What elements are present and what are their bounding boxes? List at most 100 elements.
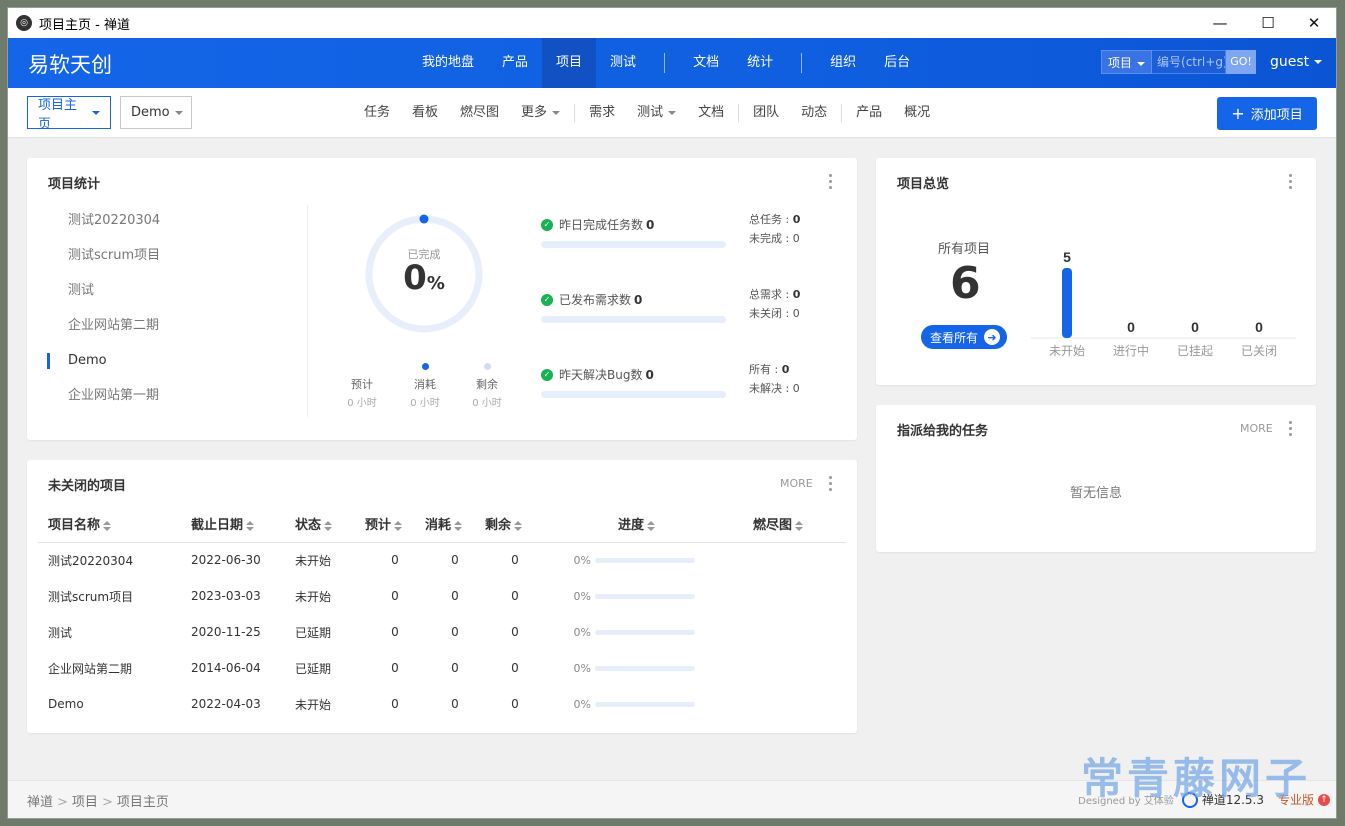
add-project-button[interactable]: + 添加项目 <box>1217 97 1317 130</box>
crumb-project-select[interactable]: Demo <box>120 96 192 129</box>
subnav-kanban[interactable]: 看板 <box>401 88 449 138</box>
subnav-task[interactable]: 任务 <box>353 88 401 138</box>
version-label[interactable]: 禅道12.5.3 <box>1202 791 1264 808</box>
brand-logo[interactable]: 易软天创 <box>28 49 112 79</box>
col-left[interactable]: 剩余 <box>485 506 545 543</box>
search-scope-select[interactable]: 项目 <box>1101 50 1153 74</box>
chart-category-label: 已关闭 <box>1241 344 1277 358</box>
project-list-item[interactable]: 测试 <box>47 278 307 313</box>
table-row[interactable]: 测试20220304 2022-06-30 未开始 0 0 0 0% <box>38 542 846 578</box>
estimate-value: 0 <box>391 553 399 568</box>
project-subnav: 任务 看板 燃尽图 更多 需求 测试 文档 团队 动态 产品 概况 <box>353 88 941 138</box>
more-options-icon[interactable] <box>829 174 833 192</box>
project-name-link[interactable]: 企业网站第二期 <box>38 650 191 686</box>
metric-bar <box>541 391 726 398</box>
empty-message: 暂无信息 <box>1069 486 1122 501</box>
col-burn[interactable]: 燃尽图 <box>705 506 846 543</box>
more-link[interactable]: MORE <box>1240 422 1273 435</box>
project-list-item[interactable]: 企业网站第二期 <box>47 313 307 348</box>
nav-test[interactable]: 测试 <box>596 38 650 88</box>
project-name-link[interactable]: Demo <box>38 686 191 722</box>
progress-value: 0% <box>573 625 591 639</box>
nav-divider <box>801 53 803 73</box>
zentao-logo-icon <box>1181 791 1198 808</box>
nav-company[interactable]: 组织 <box>816 38 870 88</box>
table-row[interactable]: 测试scrum项目 2023-03-03 未开始 0 0 0 0% <box>38 578 846 614</box>
table-row[interactable]: Demo 2022-04-03 未开始 0 0 0 0% <box>38 686 846 722</box>
col-name[interactable]: 项目名称 <box>38 506 191 543</box>
progress-value: 0% <box>573 697 591 711</box>
designed-by[interactable]: Designed by 艾体验 <box>1078 792 1174 807</box>
crumb-project-home[interactable]: 项目主页 <box>27 96 111 132</box>
project-list-item[interactable]: 测试20220304 <box>47 208 307 243</box>
consumed-value: 0 <box>451 625 459 639</box>
end-date: 2014-06-04 <box>191 661 261 675</box>
add-project-label: 添加项目 <box>1250 108 1303 123</box>
nav-project[interactable]: 项目 <box>542 38 597 88</box>
more-options-icon[interactable] <box>1289 421 1293 439</box>
nav-doc[interactable]: 文档 <box>679 38 733 88</box>
col-date[interactable]: 截止日期 <box>191 506 295 543</box>
subnav-doc[interactable]: 文档 <box>687 88 735 138</box>
consumed-value: 0 <box>451 661 459 675</box>
col-status[interactable]: 状态 <box>295 506 365 543</box>
subnav-overview[interactable]: 概况 <box>893 88 941 138</box>
subnav-dynamic[interactable]: 动态 <box>790 88 838 138</box>
footer-crumb[interactable]: 项目 <box>72 795 98 810</box>
view-all-button[interactable]: 查看所有 ➜ <box>921 325 1007 349</box>
progress-cell: 0% <box>545 542 705 578</box>
progress-cell: 0% <box>545 614 705 650</box>
progress-bar <box>595 665 695 671</box>
progress-bar <box>595 593 695 599</box>
search-input[interactable]: 编号(ctrl+g) <box>1152 50 1227 74</box>
project-list-item-active[interactable]: Demo <box>47 348 307 383</box>
consumed-value: 0 <box>451 589 459 603</box>
nav-admin[interactable]: 后台 <box>870 38 924 88</box>
chart-value-label: 0 <box>1191 319 1199 335</box>
subnav-test[interactable]: 测试 <box>626 88 687 138</box>
project-list-item[interactable]: 企业网站第一期 <box>47 383 307 418</box>
metric-bar <box>541 316 726 323</box>
minimize-button[interactable]: — <box>1197 8 1243 38</box>
footer-crumb[interactable]: 禅道 <box>27 795 53 810</box>
search-go-button[interactable]: GO! <box>1226 50 1257 74</box>
subnav-story[interactable]: 需求 <box>578 88 626 138</box>
chart-value-label: 0 <box>1255 319 1263 335</box>
subnav-burn[interactable]: 燃尽图 <box>449 88 510 138</box>
check-circle-icon: ✓ <box>541 218 553 231</box>
col-progress[interactable]: 进度 <box>545 506 705 543</box>
table-row[interactable]: 企业网站第二期 2014-06-04 已延期 0 0 0 0% <box>38 650 846 686</box>
project-name-link[interactable]: 测试scrum项目 <box>38 578 191 614</box>
chevron-down-icon <box>174 110 183 115</box>
col-estimate[interactable]: 预计 <box>365 506 425 543</box>
donut-value: 0% <box>363 258 485 298</box>
subnav-product[interactable]: 产品 <box>845 88 893 138</box>
edition-link[interactable]: 专业版 <box>1278 791 1314 808</box>
nav-product[interactable]: 产品 <box>488 38 542 88</box>
chart-category-label: 进行中 <box>1113 343 1149 358</box>
more-options-icon[interactable] <box>1289 174 1293 192</box>
global-search: 项目 编号(ctrl+g) GO! <box>1101 50 1257 74</box>
more-link[interactable]: MORE <box>780 477 813 490</box>
project-name-link[interactable]: 测试 <box>38 614 191 650</box>
footer-info: Designed by 艾体验 禅道12.5.3 专业版 ↑ <box>1078 791 1330 808</box>
col-consumed[interactable]: 消耗 <box>425 506 485 543</box>
nav-my[interactable]: 我的地盘 <box>408 38 488 88</box>
metric-tasks-detail: 总任务 : 0 未完成 : 0 <box>749 213 801 245</box>
nav-divider <box>664 53 666 73</box>
crumb-label: Demo <box>131 105 170 120</box>
footer-breadcrumb: 禅道 > 项目 > 项目主页 <box>27 795 169 810</box>
project-name-link[interactable]: 测试20220304 <box>38 542 191 578</box>
user-menu[interactable]: guest <box>1270 54 1323 70</box>
close-button[interactable]: ✕ <box>1291 8 1336 38</box>
subnav-more[interactable]: 更多 <box>510 88 571 138</box>
more-options-icon[interactable] <box>829 476 833 494</box>
maximize-button[interactable]: ☐ <box>1245 8 1291 38</box>
burn-chart-cell <box>705 686 846 722</box>
upgrade-icon[interactable]: ↑ <box>1318 793 1330 806</box>
subnav-team[interactable]: 团队 <box>742 88 790 138</box>
metric-value: 0 <box>646 217 655 232</box>
nav-report[interactable]: 统计 <box>733 38 787 88</box>
table-row[interactable]: 测试 2020-11-25 已延期 0 0 0 0% <box>38 614 846 650</box>
project-list-item[interactable]: 测试scrum项目 <box>47 243 307 278</box>
